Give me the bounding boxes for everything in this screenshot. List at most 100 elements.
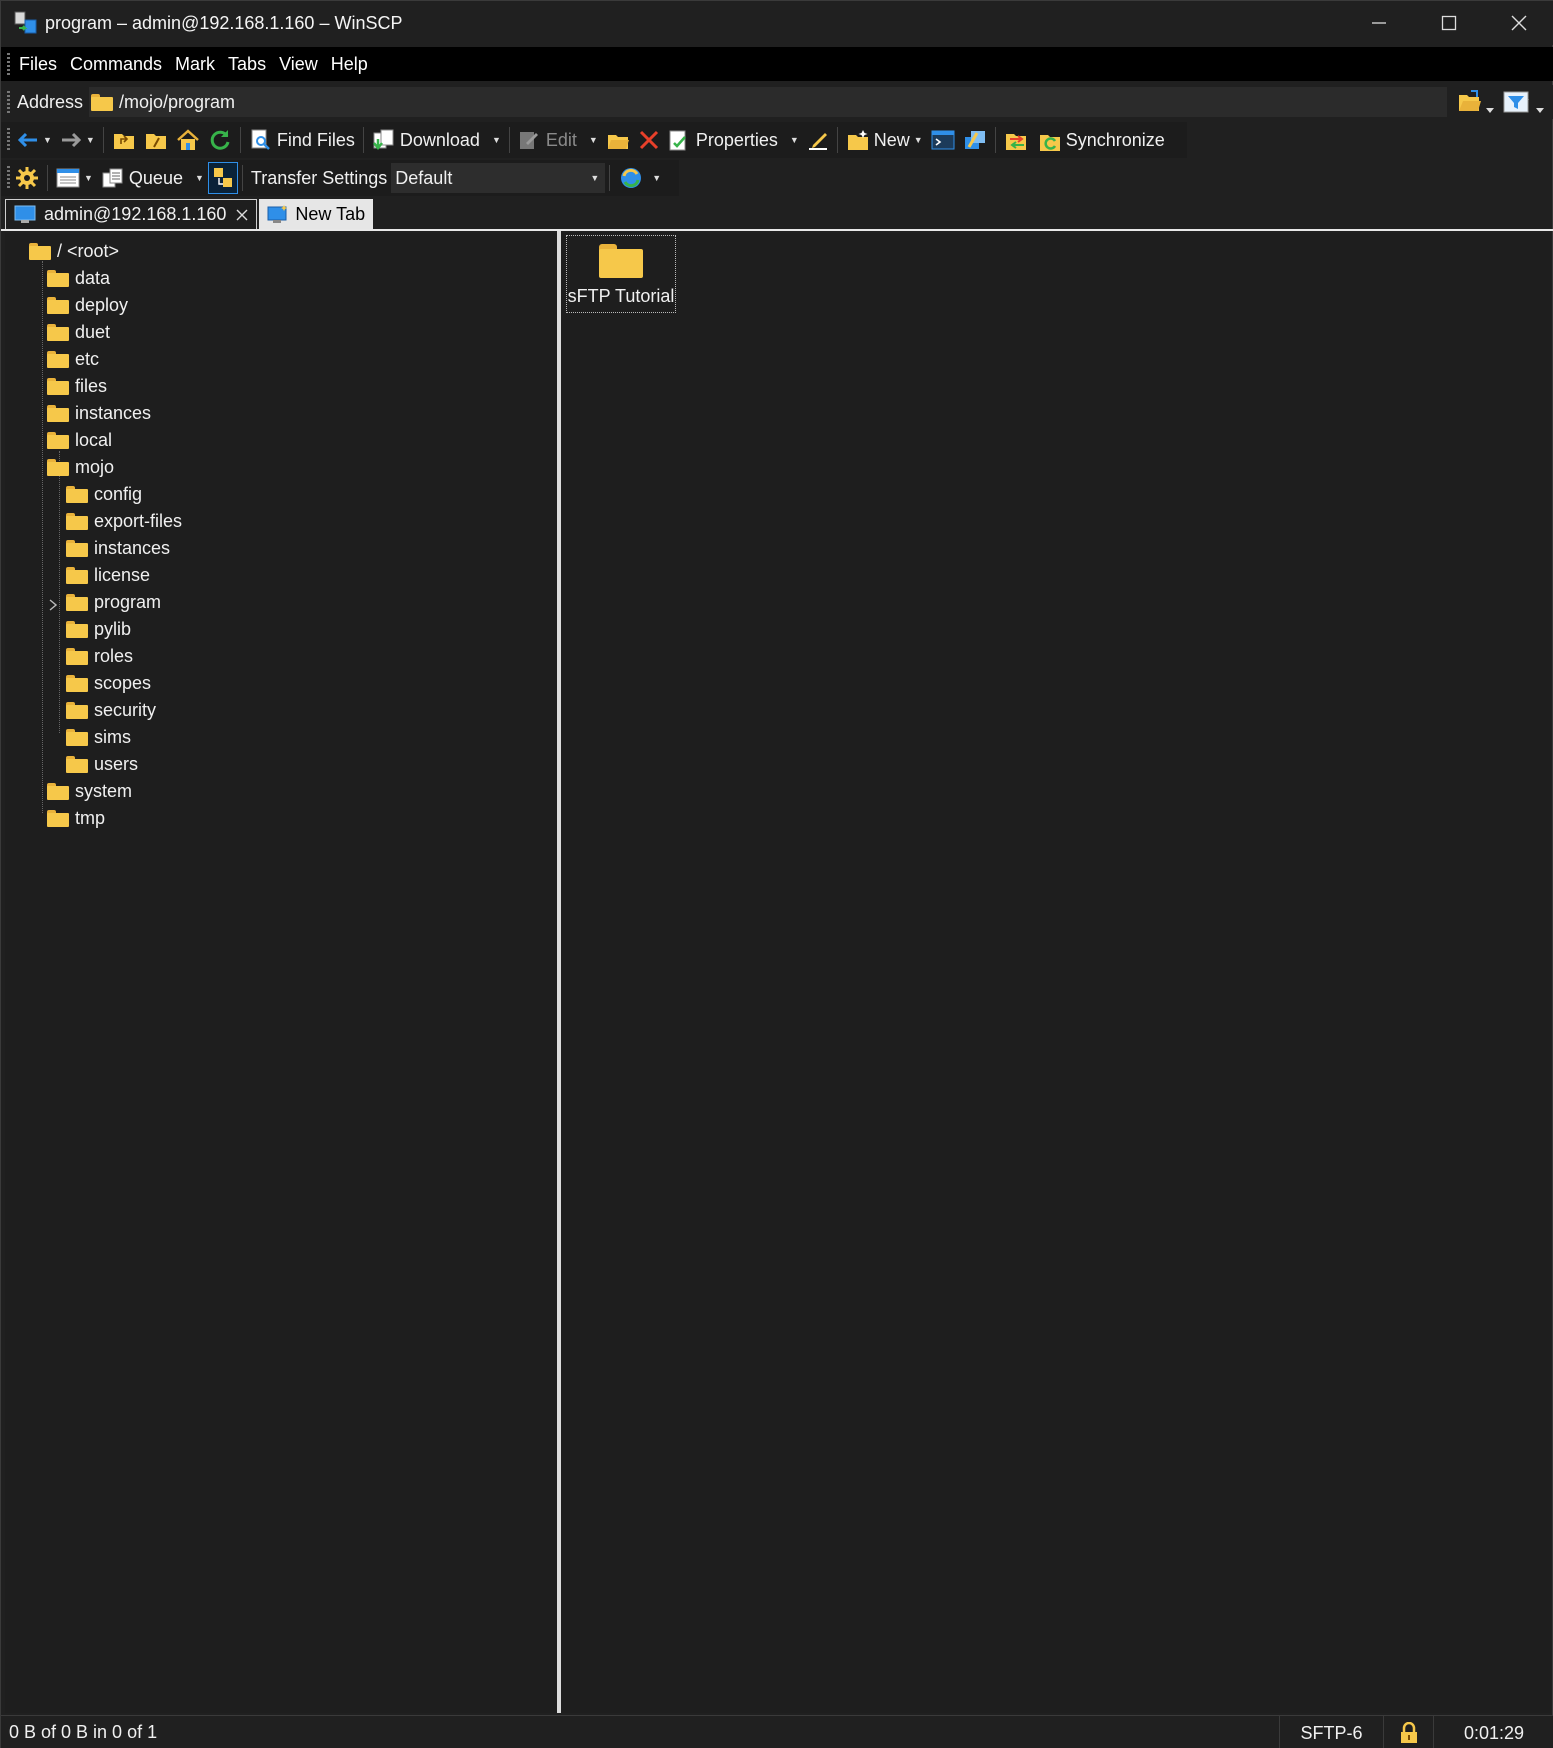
open-directory-button[interactable] (1457, 89, 1483, 118)
minimize-button[interactable] (1344, 1, 1414, 45)
menu-view[interactable]: View (279, 54, 318, 75)
keep-up-to-date-button[interactable]: ▼ (614, 162, 665, 194)
close-icon[interactable] (236, 209, 248, 221)
status-encryption[interactable] (1383, 1716, 1433, 1748)
parent-directory-button[interactable] (108, 124, 140, 156)
toolbar-grip[interactable] (7, 166, 10, 190)
filter-button[interactable] (1503, 91, 1529, 118)
console-button[interactable] (927, 124, 959, 156)
file-item-folder[interactable]: sFTP Tutorial (566, 235, 676, 313)
tree-item-etc[interactable]: etc (47, 345, 99, 373)
download-button[interactable]: Download ▼ (368, 124, 505, 156)
chevron-down-icon[interactable]: ▼ (589, 135, 598, 145)
folder-icon (47, 458, 69, 476)
toolbar-separator (836, 127, 838, 153)
tree-item-license[interactable]: license (66, 561, 150, 589)
menu-mark[interactable]: Mark (175, 54, 215, 75)
directory-tree[interactable]: / <root> data deploy duet etc files inst… (5, 233, 557, 1713)
toolbar-grip[interactable] (7, 128, 10, 152)
addressbar-grip[interactable] (7, 91, 10, 113)
chevron-down-icon[interactable]: ▼ (84, 173, 93, 183)
new-button[interactable]: New ▼ (842, 124, 927, 156)
tree-item-instances[interactable]: instances (47, 399, 151, 427)
menu-commands[interactable]: Commands (70, 54, 162, 75)
forward-button[interactable]: ▼ (56, 124, 99, 156)
tree-item-label: config (94, 483, 143, 504)
menubar-grip[interactable] (7, 53, 10, 75)
tree-item-scopes[interactable]: scopes (66, 669, 151, 697)
delete-button[interactable] (634, 124, 664, 156)
tree-item-export-files[interactable]: export-files (66, 507, 182, 535)
home-directory-button[interactable] (172, 124, 204, 156)
tree-item-label: instances (75, 402, 152, 423)
open-folder-icon (607, 135, 629, 149)
tree-item-config[interactable]: config (66, 480, 142, 508)
filter-dropdown[interactable] (1536, 97, 1544, 118)
synchronize-button[interactable]: Synchronize (1034, 124, 1169, 156)
elapsed-time: 0:01:29 (1463, 1722, 1525, 1743)
tree-item-users[interactable]: users (66, 750, 138, 778)
tree-item-program[interactable]: program (66, 588, 161, 616)
refresh-button[interactable] (204, 124, 236, 156)
tree-item-local[interactable]: local (47, 426, 112, 454)
file-list[interactable]: sFTP Tutorial (561, 233, 1551, 1713)
tree-item-deploy[interactable]: deploy (47, 291, 128, 319)
winscp-app-icon (13, 10, 39, 36)
chevron-down-icon[interactable]: ▼ (86, 135, 95, 145)
chevron-down-icon[interactable]: ▼ (43, 135, 52, 145)
chevron-down-icon[interactable]: ▼ (492, 135, 501, 145)
tree-item-label: etc (75, 348, 100, 369)
chevron-down-icon (1536, 108, 1544, 113)
tree-item-sims[interactable]: sims (66, 723, 131, 751)
maximize-button[interactable] (1414, 1, 1484, 45)
tree-item-mojo-instances[interactable]: instances (66, 534, 170, 562)
transfer-settings-select[interactable]: Default ▼ (391, 163, 606, 193)
tree-item-roles[interactable]: roles (66, 642, 133, 670)
queue-button[interactable]: Queue ▼ (97, 162, 208, 194)
properties-button[interactable]: Properties ▼ (664, 124, 803, 156)
tree-expand-button[interactable] (49, 595, 58, 616)
menu-files[interactable]: Files (19, 54, 57, 75)
rename-button[interactable] (803, 124, 833, 156)
tree-item-root[interactable]: / <root> (29, 237, 119, 265)
find-files-button[interactable]: Find Files (245, 124, 359, 156)
queue-toggle-button[interactable] (207, 162, 238, 194)
menu-tabs[interactable]: Tabs (228, 54, 266, 75)
compare-directories-button[interactable] (1000, 124, 1034, 156)
open-button[interactable] (602, 124, 634, 156)
root-directory-button[interactable] (140, 124, 172, 156)
putty-button[interactable] (959, 124, 991, 156)
menu-help[interactable]: Help (331, 54, 368, 75)
tree-item-mojo[interactable]: mojo (47, 453, 114, 481)
tree-item-tmp[interactable]: tmp (47, 804, 105, 832)
tree-item-security[interactable]: security (66, 696, 156, 724)
close-window-button[interactable] (1484, 1, 1553, 45)
back-button[interactable]: ▼ (13, 124, 56, 156)
tree-item-files[interactable]: files (47, 372, 107, 400)
synchronize-label: Synchronize (1065, 129, 1165, 150)
folder-icon (66, 566, 88, 584)
chevron-down-icon[interactable]: ▼ (195, 173, 204, 183)
tab-new-label: New Tab (295, 203, 366, 224)
chevron-down-icon[interactable]: ▼ (652, 173, 661, 183)
status-protocol[interactable]: SFTP-6 (1279, 1716, 1383, 1748)
folder-icon (599, 244, 643, 278)
open-directory-dropdown[interactable] (1486, 97, 1494, 118)
tree-item-data[interactable]: data (47, 264, 110, 292)
queue-panel-icon (213, 168, 232, 187)
chevron-down-icon[interactable]: ▼ (790, 135, 799, 145)
address-input[interactable]: /mojo/program (89, 87, 1529, 117)
chevron-down-icon[interactable]: ▼ (914, 135, 923, 145)
preferences-button[interactable] (11, 162, 43, 194)
tree-item-system[interactable]: system (47, 777, 132, 805)
tree-item-duet[interactable]: duet (47, 318, 110, 346)
layout-button[interactable]: ▼ (52, 162, 97, 194)
folder-icon (66, 647, 88, 665)
edit-button[interactable]: Edit ▼ (514, 124, 602, 156)
tab-session[interactable]: admin@192.168.1.160 (5, 199, 258, 229)
folder-icon (47, 269, 69, 287)
download-label: Download (399, 129, 480, 150)
tree-item-label: / <root> (57, 240, 120, 261)
tree-item-pylib[interactable]: pylib (66, 615, 131, 643)
tab-new[interactable]: New Tab (259, 199, 374, 229)
